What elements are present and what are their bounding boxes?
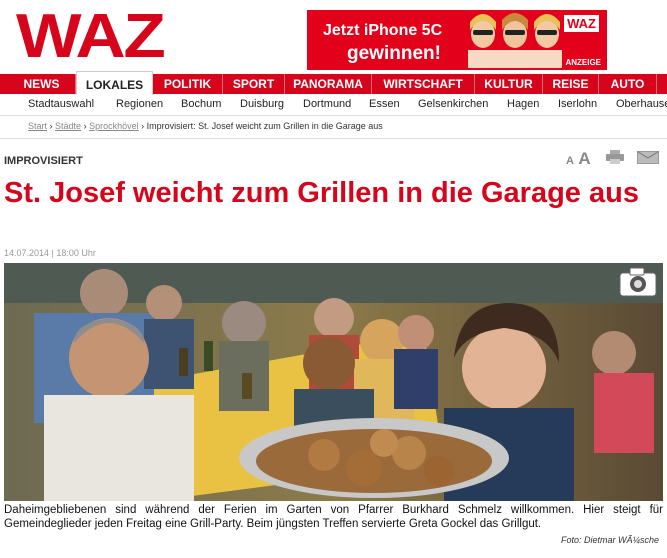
city-nav-item[interactable]: Regionen: [116, 98, 163, 110]
photo-credit: Foto: Dietmar WÃ¼sche: [560, 535, 659, 545]
nav-item-kultur[interactable]: KULTUR: [475, 74, 543, 94]
article-photo[interactable]: [4, 263, 663, 501]
text-size-control[interactable]: A A: [566, 149, 591, 169]
divider: [0, 138, 667, 139]
photo-caption: Daheimgebliebenen sind während der Ferie…: [4, 504, 663, 530]
city-nav-item[interactable]: Oberhausen: [616, 98, 667, 110]
nav-item-panorama[interactable]: PANORAMA: [285, 74, 372, 94]
nav-item-news[interactable]: NEWS: [0, 74, 76, 94]
ad-label: ANZEIGE: [565, 58, 601, 67]
city-nav-item[interactable]: Dortmund: [303, 98, 351, 110]
article-date: 14.07.2014 | 18:00 Uhr: [4, 248, 96, 258]
city-nav-item[interactable]: Hagen: [507, 98, 539, 110]
nav-item-reise[interactable]: REISE: [543, 74, 599, 94]
breadcrumb-separator: ›: [141, 121, 145, 131]
breadcrumb-separator: ›: [49, 121, 53, 131]
print-icon[interactable]: [606, 150, 624, 164]
article-photo-image: [4, 263, 663, 501]
nav-item-sport[interactable]: SPORT: [223, 74, 285, 94]
breadcrumb-link[interactable]: Städte: [55, 121, 81, 131]
nav-item-lokales[interactable]: LOKALES: [76, 71, 153, 95]
main-nav: NEWS LOKALES POLITIK SPORT PANORAMA WIRT…: [0, 71, 667, 95]
breadcrumb-separator: ›: [83, 121, 87, 131]
text-size-small[interactable]: A: [566, 155, 574, 167]
mail-icon[interactable]: [637, 151, 659, 164]
ad-brand-logo: WAZ: [564, 15, 599, 32]
city-nav-item[interactable]: Duisburg: [240, 98, 284, 110]
city-nav-item[interactable]: Stadtauswahl: [28, 98, 94, 110]
ad-headline: Jetzt iPhone 5C: [323, 22, 443, 39]
article-kicker: IMPROVISIERT: [4, 155, 83, 167]
city-nav: Stadtauswahl Regionen Bochum Duisburg Do…: [0, 95, 667, 116]
breadcrumb-link[interactable]: Sprockhövel: [89, 121, 139, 131]
waz-logo[interactable]: WAZ: [16, 6, 166, 68]
camera-icon[interactable]: [619, 267, 657, 297]
breadcrumb-link[interactable]: Start: [28, 121, 47, 131]
city-nav-item[interactable]: Essen: [369, 98, 400, 110]
text-size-large[interactable]: A: [578, 149, 590, 168]
nav-item-auto[interactable]: AUTO: [599, 74, 657, 94]
nav-item-wirtschaft[interactable]: WIRTSCHAFT: [372, 74, 475, 94]
nav-item-politik[interactable]: POLITIK: [153, 74, 223, 94]
ad-banner[interactable]: Jetzt iPhone 5C gewinnen! WAZ ANZEIGE: [307, 10, 607, 70]
breadcrumb: Start › Städte › Sprockhövel › Improvisi…: [28, 121, 383, 131]
article-headline: St. Josef weicht zum Grillen in die Gara…: [4, 177, 639, 209]
city-nav-item[interactable]: Iserlohn: [558, 98, 597, 110]
city-nav-item[interactable]: Gelsenkirchen: [418, 98, 488, 110]
ad-subline: gewinnen!: [347, 43, 441, 64]
ad-people-image: [465, 12, 565, 68]
breadcrumb-current: Improvisiert: St. Josef weicht zum Grill…: [146, 121, 383, 131]
city-nav-item[interactable]: Bochum: [181, 98, 221, 110]
